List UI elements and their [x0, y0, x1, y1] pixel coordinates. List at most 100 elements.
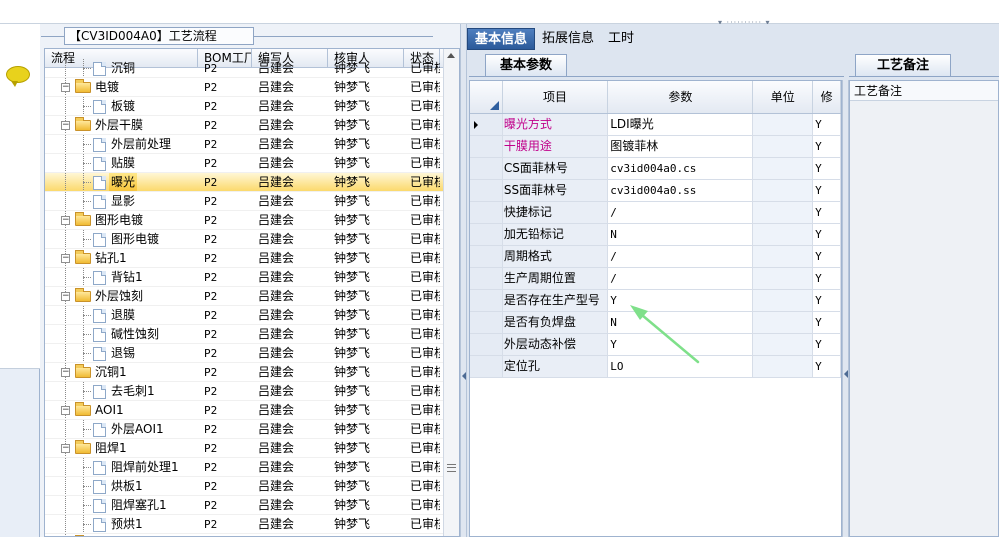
row-indicator[interactable]: [470, 180, 503, 201]
param-unit-cell[interactable]: [753, 114, 814, 135]
tree-node[interactable]: 外层前处理: [45, 135, 198, 153]
tree-row[interactable]: − 图形电镀 P2 吕建会 钟梦飞 已审核: [45, 211, 459, 230]
param-modify-cell[interactable]: Y: [813, 290, 841, 311]
grid-row[interactable]: 周期格式 / Y: [470, 246, 841, 268]
tree-row[interactable]: 背钻1 P2 吕建会 钟梦飞 已审核: [45, 268, 459, 287]
param-modify-cell[interactable]: Y: [813, 268, 841, 289]
param-value-cell[interactable]: 图镀菲林: [608, 136, 754, 157]
tree-node[interactable]: 曝光: [45, 173, 198, 191]
tree-node[interactable]: 烘板1: [45, 477, 198, 495]
param-value-cell[interactable]: cv3id004a0.ss: [608, 180, 754, 201]
param-modify-cell[interactable]: Y: [813, 356, 841, 377]
tab-basic-params[interactable]: 基本参数: [485, 54, 567, 76]
minus-expander-icon[interactable]: −: [61, 83, 70, 92]
param-modify-cell[interactable]: Y: [813, 246, 841, 267]
minus-expander-icon[interactable]: −: [61, 406, 70, 415]
grid-row[interactable]: CS面菲林号 cv3id004a0.cs Y: [470, 158, 841, 180]
tab-process-remarks[interactable]: 工艺备注: [855, 54, 951, 76]
panel-splitter[interactable]: [460, 24, 467, 537]
tree-row[interactable]: − 钻孔1 P2 吕建会 钟梦飞 已审核: [45, 249, 459, 268]
tree-node[interactable]: 沉铜: [45, 59, 198, 77]
tree-node[interactable]: 预烘1: [45, 515, 198, 533]
grid-row[interactable]: SS面菲林号 cv3id004a0.ss Y: [470, 180, 841, 202]
param-unit-cell[interactable]: [753, 246, 814, 267]
tree-row[interactable]: 预烘1 P2 吕建会 钟梦飞 已审核: [45, 515, 459, 534]
tree-row[interactable]: 外层前处理 P2 吕建会 钟梦飞 已审核: [45, 135, 459, 154]
grid-row[interactable]: 加无铅标记 N Y: [470, 224, 841, 246]
param-modify-cell[interactable]: Y: [813, 180, 841, 201]
row-indicator[interactable]: [470, 202, 503, 223]
row-indicator[interactable]: [470, 290, 503, 311]
param-unit-cell[interactable]: [753, 312, 814, 333]
param-unit-cell[interactable]: [753, 180, 814, 201]
tree-node[interactable]: 外层AOI1: [45, 420, 198, 438]
grid-row[interactable]: 曝光方式 LDI曝光 Y: [470, 114, 841, 136]
process-remarks-panel[interactable]: 工艺备注: [849, 80, 999, 537]
tab-work-hours[interactable]: 工时: [601, 28, 641, 50]
param-value-cell[interactable]: N: [608, 312, 754, 333]
param-value-cell[interactable]: LDI曝光: [608, 114, 754, 135]
tree-node[interactable]: − 外层干膜: [45, 116, 198, 134]
tree-node[interactable]: − 外层蚀刻: [45, 287, 198, 305]
tree-row[interactable]: − AOI1 P2 吕建会 钟梦飞 已审核: [45, 401, 459, 420]
tree-node[interactable]: 贴膜: [45, 154, 198, 172]
tree-row[interactable]: 阻焊塞孔1 P2 吕建会 钟梦飞 已审核: [45, 496, 459, 515]
param-modify-cell[interactable]: Y: [813, 224, 841, 245]
row-indicator[interactable]: [470, 158, 503, 179]
param-value-cell[interactable]: Y: [608, 334, 754, 355]
param-unit-cell[interactable]: [753, 268, 814, 289]
collapse-left-icon[interactable]: [844, 370, 848, 378]
tree-node[interactable]: 显影: [45, 192, 198, 210]
tree-row[interactable]: − 沉铜1 P2 吕建会 钟梦飞 已审核: [45, 363, 459, 382]
tree-row-selected[interactable]: 曝光 P2 吕建会 钟梦飞 已审核: [45, 173, 459, 192]
param-modify-cell[interactable]: Y: [813, 312, 841, 333]
tab-basic-info[interactable]: 基本信息: [467, 28, 536, 50]
grid-row[interactable]: 外层动态补偿 Y Y: [470, 334, 841, 356]
param-value-cell[interactable]: LO: [608, 356, 754, 377]
grid-row[interactable]: 快捷标记 / Y: [470, 202, 841, 224]
grid-row[interactable]: 干膜用途 图镀菲林 Y: [470, 136, 841, 158]
row-indicator[interactable]: [470, 224, 503, 245]
param-modify-cell[interactable]: Y: [813, 158, 841, 179]
tree-row[interactable]: 烘板1 P2 吕建会 钟梦飞 已审核: [45, 477, 459, 496]
param-unit-cell[interactable]: [753, 136, 814, 157]
tree-node[interactable]: − 钻孔1: [45, 249, 198, 267]
col-header-modify[interactable]: 修: [813, 81, 841, 113]
param-unit-cell[interactable]: [753, 334, 814, 355]
grid-row[interactable]: 是否有负焊盘 N Y: [470, 312, 841, 334]
tree-row[interactable]: 去毛刺1 P2 吕建会 钟梦飞 已审核: [45, 382, 459, 401]
tree-node[interactable]: 碱性蚀刻: [45, 325, 198, 343]
param-modify-cell[interactable]: Y: [813, 136, 841, 157]
minus-expander-icon[interactable]: −: [61, 292, 70, 301]
speech-bubble-icon[interactable]: [6, 66, 30, 87]
param-unit-cell[interactable]: [753, 290, 814, 311]
minus-expander-icon[interactable]: −: [61, 254, 70, 263]
tree-row[interactable]: 退膜 P2 吕建会 钟梦飞 已审核: [45, 306, 459, 325]
param-modify-cell[interactable]: Y: [813, 114, 841, 135]
tree-scrollbar[interactable]: [443, 49, 459, 536]
tree-node[interactable]: 背钻1: [45, 268, 198, 286]
tree-node[interactable]: − 沉铜1: [45, 363, 198, 381]
tree-node[interactable]: 板镀: [45, 97, 198, 115]
minus-expander-icon[interactable]: −: [61, 368, 70, 377]
minus-expander-icon[interactable]: −: [61, 216, 70, 225]
param-value-cell[interactable]: /: [608, 268, 754, 289]
param-unit-cell[interactable]: [753, 356, 814, 377]
minus-expander-icon[interactable]: −: [61, 121, 70, 130]
tree-row[interactable]: 碱性蚀刻 P2 吕建会 钟梦飞 已审核: [45, 325, 459, 344]
scroll-grip-icon[interactable]: [447, 464, 456, 472]
param-value-cell[interactable]: cv3id004a0.cs: [608, 158, 754, 179]
param-value-cell[interactable]: /: [608, 202, 754, 223]
tree-row[interactable]: − 外层蚀刻 P2 吕建会 钟梦飞 已审核: [45, 287, 459, 306]
row-indicator[interactable]: [470, 246, 503, 267]
tab-extended-info[interactable]: 拓展信息: [535, 28, 601, 50]
tree-node[interactable]: 退锡: [45, 344, 198, 362]
tree-node[interactable]: 阻焊前处理1: [45, 458, 198, 476]
row-indicator[interactable]: [470, 334, 503, 355]
param-modify-cell[interactable]: Y: [813, 334, 841, 355]
process-tree-grid[interactable]: 流程BOM工厂编写人核审人状态 沉铜P2吕建会钟梦飞已审核−电镀P2吕建会钟梦飞…: [44, 48, 460, 537]
grid-splitter[interactable]: [842, 80, 849, 537]
params-grid[interactable]: 项目 参数 单位修 曝光方式 LDI曝光 Y 干膜用途 图镀菲林 Y CS面菲林号 cv3id00…: [469, 80, 842, 537]
tree-node[interactable]: 退膜: [45, 306, 198, 324]
grid-row[interactable]: 生产周期位置 / Y: [470, 268, 841, 290]
